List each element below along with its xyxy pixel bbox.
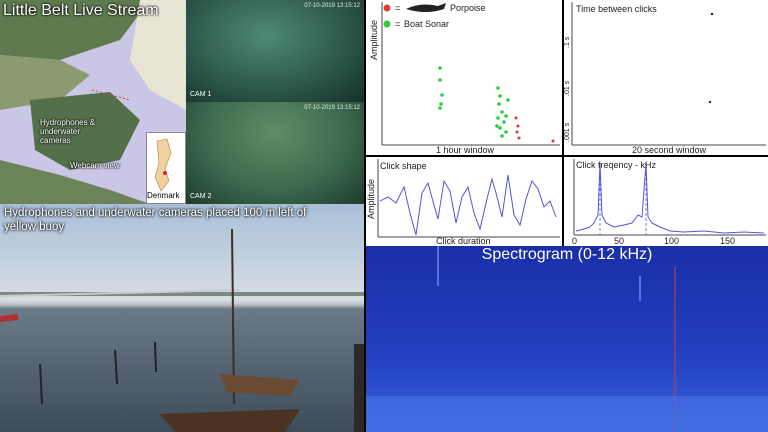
legend-porpoise-dot	[383, 4, 391, 12]
svg-text:=: =	[395, 19, 400, 29]
webcam-scene	[0, 228, 364, 432]
click-frequency-plot: Click freqency - kHz 0 50 100 150	[564, 157, 768, 246]
map-panel: Little Belt Live Stream Hydrophones & un…	[0, 0, 186, 204]
legend-porpoise-label: Porpoise	[450, 3, 486, 13]
click-waveform	[379, 174, 557, 236]
hydrophones-label: Hydrophones & underwater cameras	[40, 118, 96, 145]
time-tick-1: .1 s	[564, 36, 571, 48]
shape-title: Click shape	[380, 161, 427, 171]
camera-2-feed[interactable]: 07-10-2019 13:15:12 CAM 2	[186, 102, 364, 204]
freq-tick-0: 0	[572, 236, 578, 246]
spectrogram-panel: Spectrogram (0-12 kHz)	[366, 246, 768, 432]
map-title: Little Belt Live Stream	[3, 2, 159, 19]
spectrogram-title: Spectrogram (0-12 kHz)	[481, 246, 653, 263]
freq-axes	[573, 159, 766, 236]
freq-title: Click freqency - kHz	[576, 160, 657, 170]
cam1-label: CAM 1	[190, 91, 212, 98]
scatter-xlabel: 1 hour window	[436, 145, 495, 155]
sonar-points	[438, 66, 510, 138]
camera-1-feed[interactable]: 07-10-2019 13:15:12 CAM 1	[186, 0, 364, 102]
porpoise-points	[514, 116, 555, 143]
cam2-timestamp: 07-10-2019 13:15:12	[304, 105, 360, 111]
time-axes	[571, 2, 766, 146]
scatter-ylabel: Amplitude	[369, 19, 379, 60]
webcam-caption: Hydrophones and underwater cameras place…	[4, 207, 307, 233]
time-between-clicks-plot: Time between clicks .1 s .01 s .001 s 20…	[564, 0, 768, 155]
shape-xlabel: Click duration	[436, 236, 491, 246]
freq-tick-50: 50	[614, 236, 625, 246]
time-tick-2: .01 s	[564, 80, 571, 96]
freq-tick-100: 100	[664, 236, 680, 246]
webcam-view-label: Webcam view	[70, 161, 120, 170]
cam1-timestamp: 07-10-2019 13:15:12	[304, 3, 360, 9]
svg-text:=: =	[395, 3, 400, 13]
legend-sonar-label: Boat Sonar	[404, 19, 450, 29]
click-shape-plot: Click shape Amplitude Click duration	[366, 157, 562, 246]
time-tick-3: .001 s	[564, 122, 571, 142]
time-xlabel: 20 second window	[632, 145, 707, 155]
porpoise-icon	[406, 3, 446, 12]
legend-sonar-dot	[383, 20, 391, 28]
freq-tick-150: 150	[720, 236, 736, 246]
cam2-label: CAM 2	[190, 193, 212, 200]
frequency-spectrum	[575, 162, 765, 234]
click-scatter-plot: = = Porpoise Boat Sonar Amplitude 1 hour…	[366, 0, 562, 155]
time-title: Time between clicks	[576, 4, 657, 14]
webcam-feed[interactable]: Hydrophones and underwater cameras place…	[0, 204, 364, 432]
spectrogram-image	[366, 246, 768, 432]
inset-label: Denmark	[147, 191, 180, 200]
scatter-axes: = =	[381, 2, 560, 146]
shape-ylabel: Amplitude	[366, 178, 376, 219]
